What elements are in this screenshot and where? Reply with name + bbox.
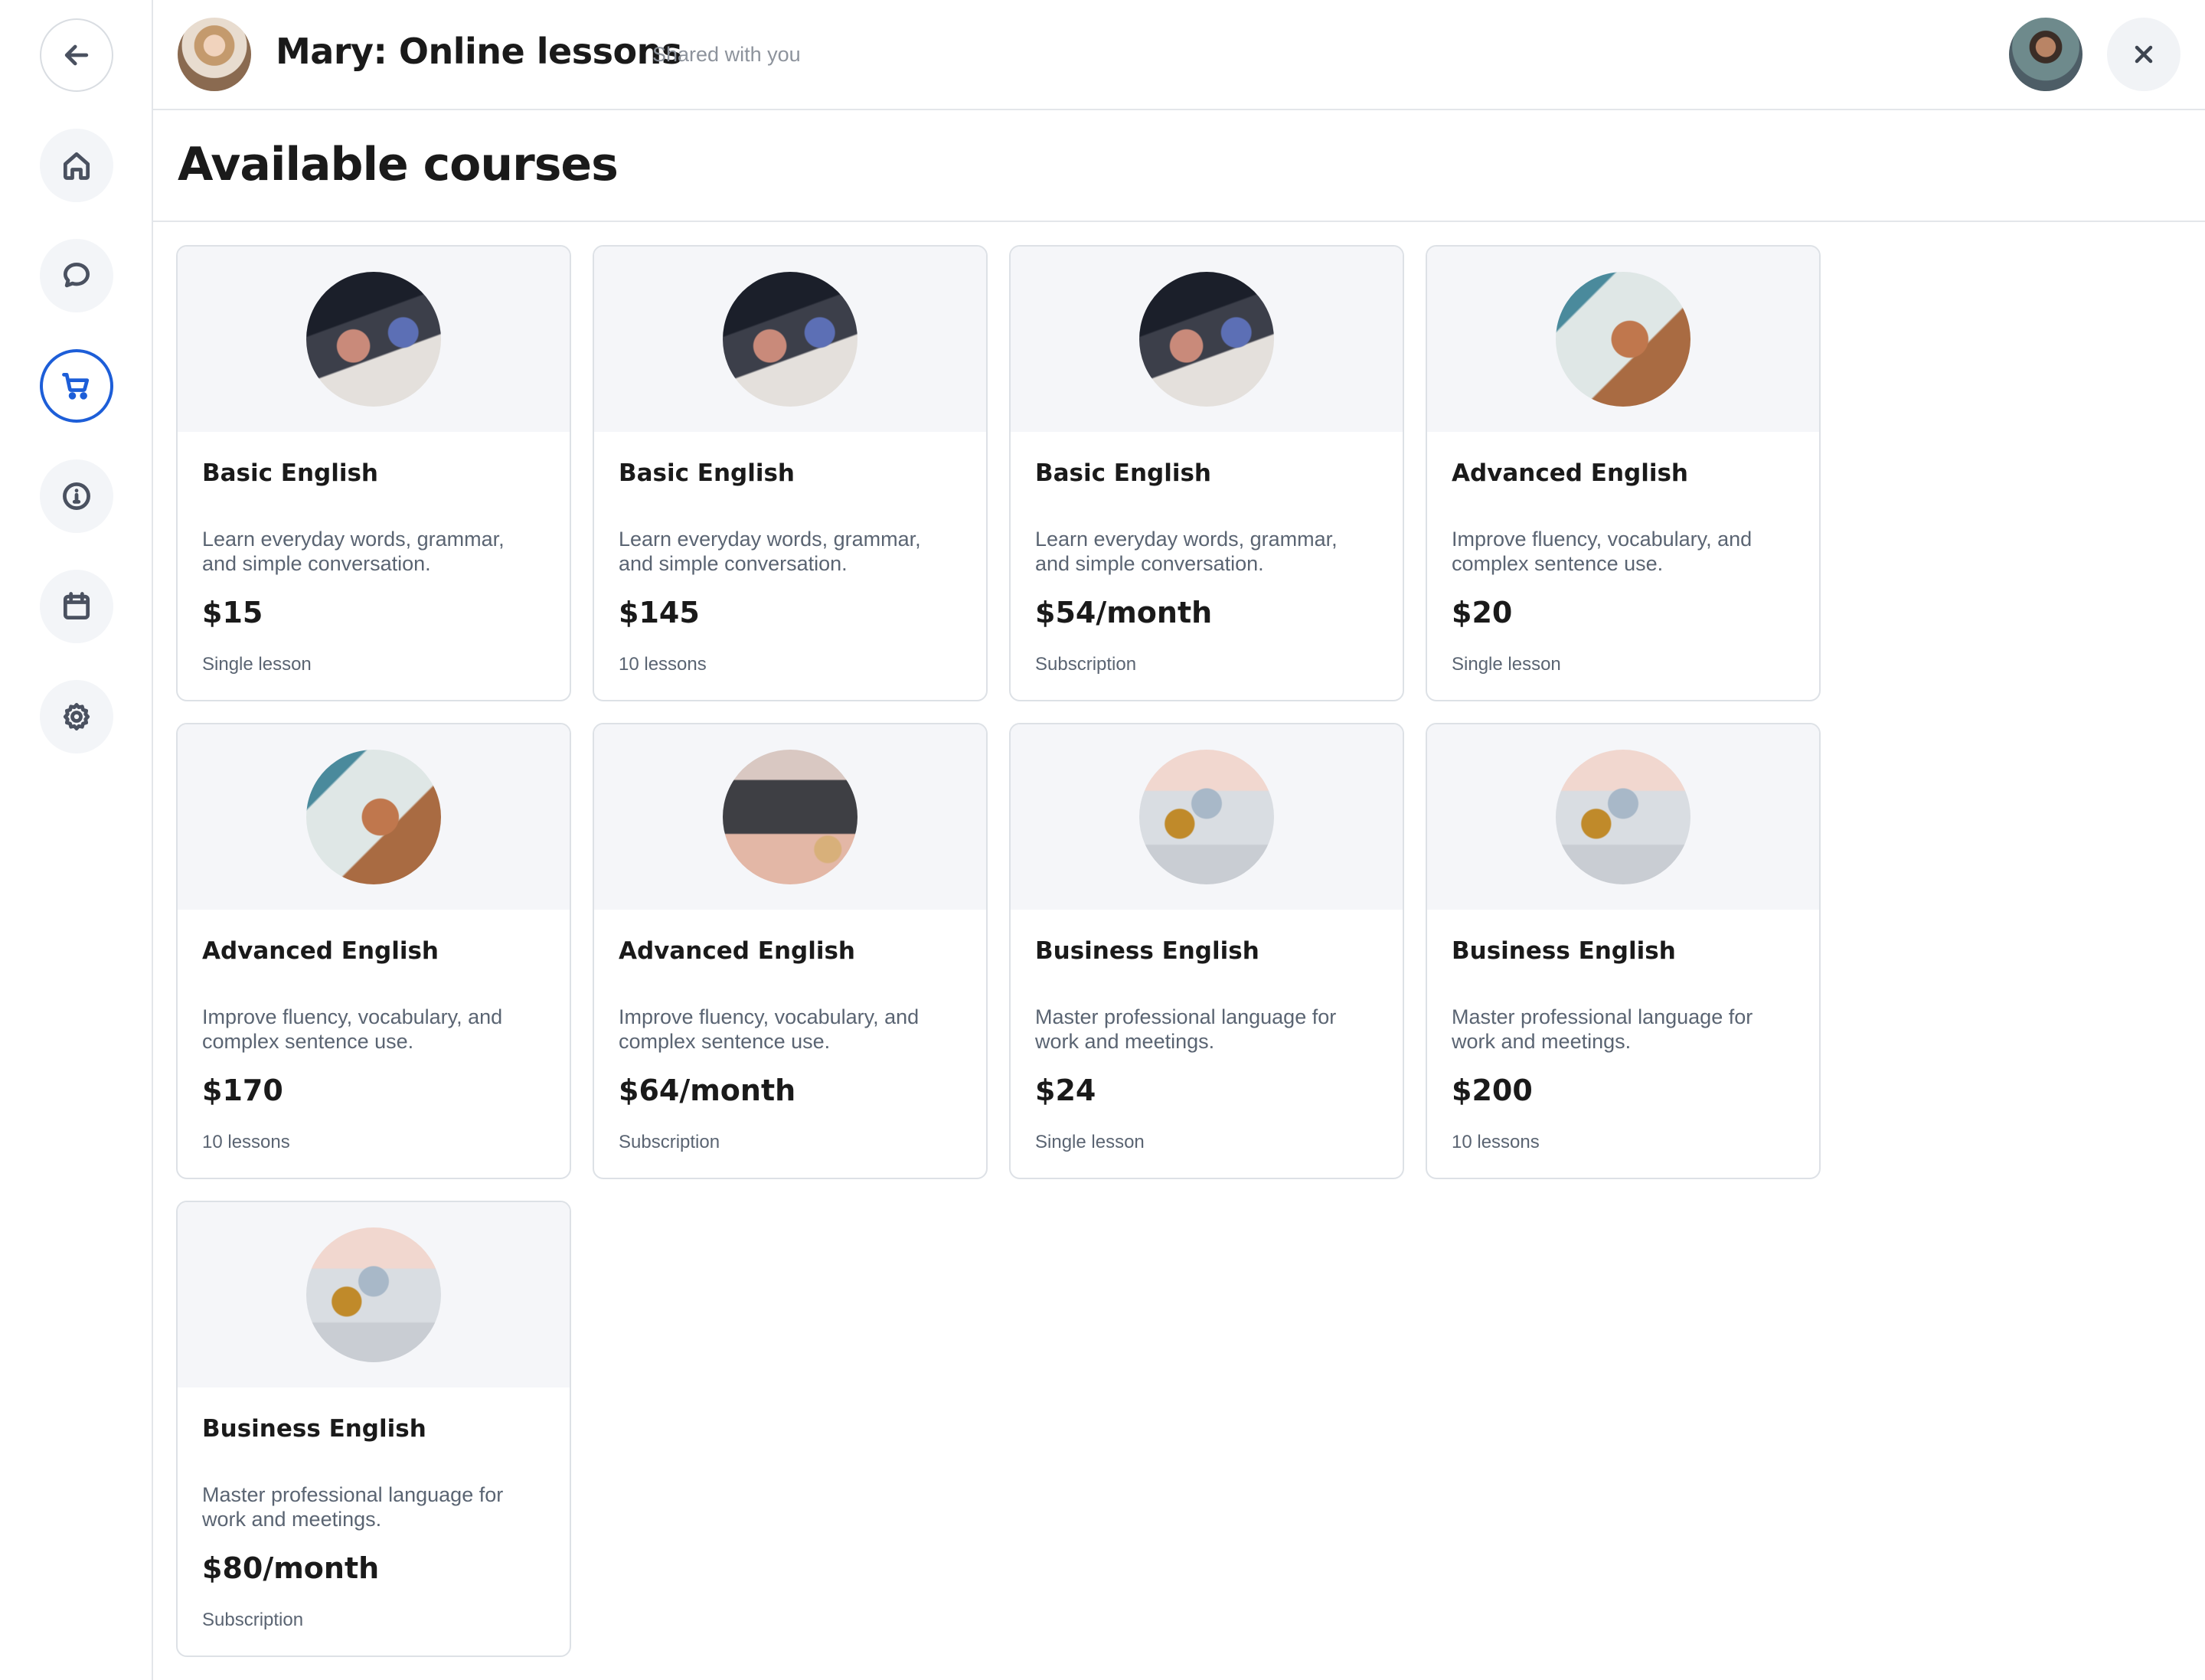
course-price: $64/month (619, 1074, 796, 1107)
course-plan: Subscription (619, 1132, 720, 1152)
course-price: $20 (1452, 596, 1513, 629)
course-thumbnail (306, 272, 441, 407)
course-thumbnail (723, 272, 858, 407)
course-title: Business English (1452, 937, 1676, 965)
course-price: $80/month (202, 1551, 380, 1585)
course-description: Improve fluency, vocabulary, and complex… (202, 1005, 503, 1053)
shared-label: Shared with you (652, 43, 801, 66)
course-description: Master professional language for work an… (1035, 1005, 1337, 1053)
course-card[interactable]: Advanced English Improve fluency, vocabu… (176, 723, 571, 1179)
course-plan: Single lesson (1452, 654, 1561, 675)
course-title: Basic English (1035, 459, 1212, 487)
course-plan: 10 lessons (202, 1132, 290, 1152)
chat-bubble-icon (63, 262, 90, 288)
course-plan: 10 lessons (1452, 1132, 1540, 1152)
course-image-area (594, 247, 986, 432)
course-description: Learn everyday words, grammar, and simpl… (1035, 528, 1338, 575)
course-plan: 10 lessons (619, 654, 707, 675)
sidebar-item-shop[interactable] (40, 349, 113, 423)
sidebar-item-info[interactable] (40, 459, 113, 533)
course-image-area (178, 724, 570, 910)
back-button[interactable] (40, 18, 113, 92)
course-thumbnail (306, 1227, 441, 1362)
course-grid: Basic English Learn everyday words, gram… (176, 245, 1830, 1657)
course-title: Business English (202, 1415, 426, 1443)
course-title: Advanced English (1452, 459, 1688, 487)
course-plan: Single lesson (1035, 1132, 1145, 1152)
course-thumbnail (723, 750, 858, 884)
course-image-area (594, 724, 986, 910)
sidebar-item-calendar[interactable] (40, 570, 113, 643)
course-card[interactable]: Basic English Learn everyday words, gram… (593, 245, 988, 701)
course-image-area (1011, 724, 1403, 910)
course-card[interactable]: Business English Master professional lan… (1426, 723, 1821, 1179)
home-icon (63, 152, 90, 180)
course-title: Advanced English (202, 937, 439, 965)
course-plan: Single lesson (202, 654, 312, 675)
course-thumbnail (1139, 750, 1274, 884)
course-plan: Subscription (1035, 654, 1137, 675)
course-thumbnail (1556, 750, 1690, 884)
page-title: Mary: Online lessons (276, 31, 682, 72)
course-title: Business English (1035, 937, 1259, 965)
course-image-area (1011, 247, 1403, 432)
course-thumbnail (1139, 272, 1274, 407)
section-title: Available courses (178, 138, 619, 191)
cart-icon (62, 372, 90, 400)
course-title: Advanced English (619, 937, 855, 965)
course-image-area (178, 247, 570, 432)
course-card[interactable]: Advanced English Improve fluency, vocabu… (1426, 245, 1821, 701)
arrow-left-icon (64, 44, 89, 66)
course-card[interactable]: Basic English Learn everyday words, gram… (176, 245, 571, 701)
course-card[interactable]: Business English Master professional lan… (176, 1201, 571, 1657)
user-avatar[interactable] (2009, 18, 2082, 91)
course-title: Basic English (202, 459, 379, 487)
course-description: Learn everyday words, grammar, and simpl… (202, 528, 505, 575)
owner-avatar (178, 18, 251, 91)
course-price: $54/month (1035, 596, 1213, 629)
sidebar-item-home[interactable] (40, 129, 113, 202)
close-icon (2135, 45, 2153, 64)
top-header: Mary: Online lessons Shared with you (153, 0, 2205, 110)
course-price: $24 (1035, 1074, 1096, 1107)
sidebar-item-settings[interactable] (40, 680, 113, 753)
course-image-area (1427, 247, 1819, 432)
course-price: $15 (202, 596, 263, 629)
course-card[interactable]: Business English Master professional lan… (1009, 723, 1404, 1179)
section-header: Available courses (153, 110, 2205, 222)
course-thumbnail (306, 750, 441, 884)
sidebar (0, 0, 153, 1680)
course-price: $145 (619, 596, 700, 629)
course-plan: Subscription (202, 1610, 304, 1630)
course-description: Learn everyday words, grammar, and simpl… (619, 528, 921, 575)
course-image-area (178, 1202, 570, 1387)
course-card[interactable]: Advanced English Improve fluency, vocabu… (593, 723, 988, 1179)
course-description: Master professional language for work an… (1452, 1005, 1753, 1053)
sidebar-item-messages[interactable] (40, 239, 113, 312)
course-image-area (1427, 724, 1819, 910)
course-description: Master professional language for work an… (202, 1483, 504, 1531)
calendar-icon (63, 592, 90, 620)
course-thumbnail (1556, 272, 1690, 407)
gear-icon (63, 703, 90, 731)
course-title: Basic English (619, 459, 795, 487)
close-button[interactable] (2107, 18, 2180, 91)
course-card[interactable]: Basic English Learn everyday words, gram… (1009, 245, 1404, 701)
info-icon (63, 482, 90, 510)
course-description: Improve fluency, vocabulary, and complex… (619, 1005, 920, 1053)
course-price: $200 (1452, 1074, 1533, 1107)
course-description: Improve fluency, vocabulary, and complex… (1452, 528, 1753, 575)
course-price: $170 (202, 1074, 283, 1107)
